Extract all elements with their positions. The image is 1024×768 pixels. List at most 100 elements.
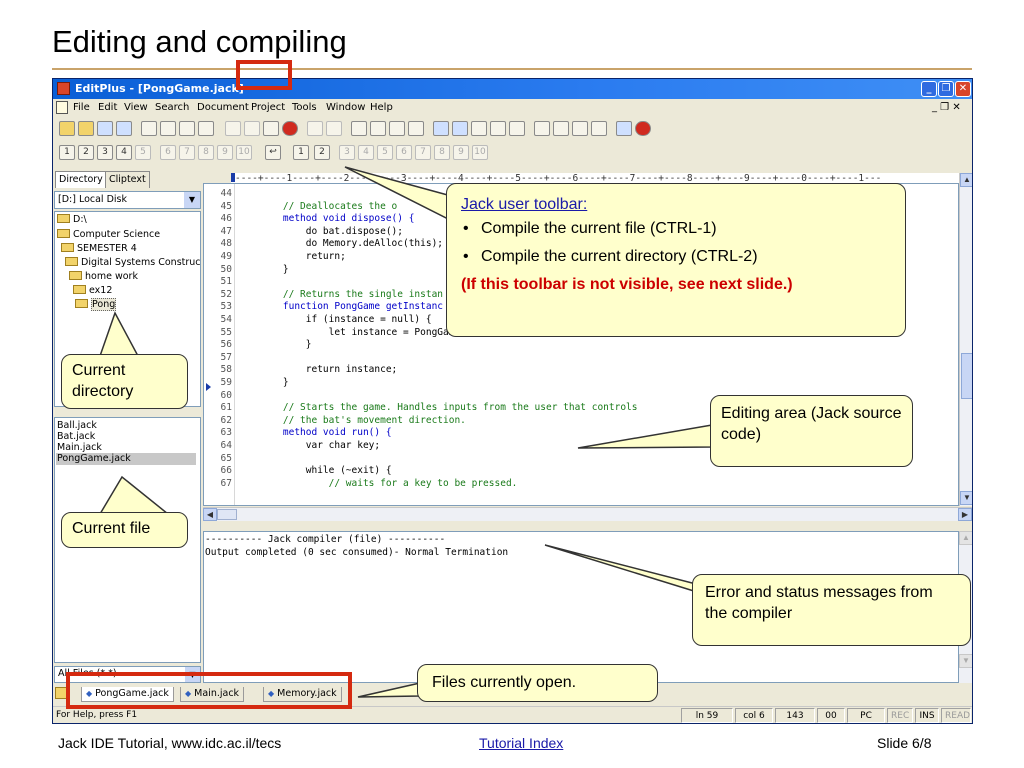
scroll-down-icon[interactable]: ▼ xyxy=(960,491,972,505)
file-list-item-current[interactable]: PongGame.jack xyxy=(56,453,196,465)
replace-icon[interactable] xyxy=(370,121,386,136)
tree-item[interactable]: home work xyxy=(69,271,138,282)
new-file-icon[interactable] xyxy=(59,121,75,136)
word-wrap-icon[interactable] xyxy=(452,121,468,136)
find-in-files-icon[interactable] xyxy=(389,121,405,136)
user-tool-button[interactable]: 2 xyxy=(78,145,94,160)
user-tool-button[interactable]: 1 xyxy=(59,145,75,160)
jack-callout-list: Compile the current file (CTRL-1) Compil… xyxy=(461,220,891,266)
scroll-down-icon[interactable]: ▼ xyxy=(959,654,972,668)
tutorial-index-link[interactable]: Tutorial Index xyxy=(479,735,563,751)
editor-vertical-scrollbar[interactable]: ▲ ▼ xyxy=(959,173,972,506)
line-number: 49 xyxy=(220,251,232,262)
jack-user-tool-button[interactable]: 5 xyxy=(377,145,393,160)
user-tool-button[interactable]: 5 xyxy=(135,145,151,160)
compile-directory-button[interactable]: 2 xyxy=(314,145,330,160)
save-icon[interactable] xyxy=(97,121,113,136)
line-number-icon[interactable] xyxy=(490,121,506,136)
jack-user-tool-button[interactable]: 7 xyxy=(415,145,431,160)
user-tool-button[interactable]: 3 xyxy=(97,145,113,160)
scroll-thumb[interactable] xyxy=(961,353,972,399)
line-number: 51 xyxy=(220,276,232,288)
chevron-down-icon[interactable]: ▼ xyxy=(184,192,200,208)
print-icon[interactable] xyxy=(160,121,176,136)
cliptext-window-icon[interactable] xyxy=(553,121,569,136)
tree-item[interactable]: Digital Systems Construction xyxy=(65,257,200,268)
menu-project[interactable]: Project xyxy=(251,102,285,113)
copy-icon[interactable] xyxy=(244,121,260,136)
directory-window-icon[interactable] xyxy=(534,121,550,136)
folder-icon xyxy=(61,243,74,252)
tree-item[interactable]: Computer Science xyxy=(57,229,160,240)
scroll-thumb[interactable] xyxy=(217,509,237,520)
jack-user-tool-button[interactable]: 4 xyxy=(358,145,374,160)
spell-check-icon[interactable] xyxy=(179,121,195,136)
menu-file[interactable]: File xyxy=(73,102,90,113)
undo-icon[interactable] xyxy=(307,121,323,136)
status-char-code: 00 xyxy=(817,708,845,723)
font-icon[interactable] xyxy=(433,121,449,136)
user-tool-button[interactable]: 7 xyxy=(179,145,195,160)
status-rec: REC xyxy=(887,708,913,723)
editor-horizontal-scrollbar[interactable]: ◀ ▶ xyxy=(203,507,972,521)
folder-icon xyxy=(57,229,70,238)
menu-window[interactable]: Window xyxy=(326,102,365,113)
open-file-icon[interactable] xyxy=(78,121,94,136)
line-code: return instance; xyxy=(260,364,398,376)
tab-cliptext[interactable]: Cliptext xyxy=(105,171,150,188)
paste-icon[interactable] xyxy=(263,121,279,136)
find-icon[interactable] xyxy=(351,121,367,136)
tree-item[interactable]: SEMESTER 4 xyxy=(61,243,137,254)
user-tool-button[interactable]: 4 xyxy=(116,145,132,160)
gutter-divider xyxy=(234,184,235,505)
line-number: 67 xyxy=(220,477,232,489)
tree-item-current-directory[interactable]: Pong xyxy=(75,298,117,311)
menu-edit[interactable]: Edit xyxy=(98,102,117,113)
scroll-right-icon[interactable]: ▶ xyxy=(958,508,972,521)
full-screen-icon[interactable] xyxy=(591,121,607,136)
stop-icon[interactable] xyxy=(635,121,651,136)
user-tool-button[interactable]: 10 xyxy=(236,145,252,160)
menu-tools[interactable]: Tools xyxy=(292,102,317,113)
ruler-icon[interactable] xyxy=(471,121,487,136)
document-window-controls[interactable]: _ ❐ ✕ xyxy=(932,102,961,113)
window-titlebar[interactable]: EditPlus - [PongGame.jack] _ ❐ ✕ xyxy=(53,79,972,99)
user-tool-button[interactable]: 9 xyxy=(217,145,233,160)
jack-user-tool-button[interactable]: 8 xyxy=(434,145,450,160)
menu-view[interactable]: View xyxy=(124,102,148,113)
redo-icon[interactable] xyxy=(326,121,342,136)
minimize-button[interactable]: _ xyxy=(921,81,937,97)
drive-select[interactable]: [D:] Local Disk ▼ xyxy=(54,191,201,209)
menu-document[interactable]: Document xyxy=(197,102,249,113)
maximize-button[interactable]: ❐ xyxy=(938,81,954,97)
close-button[interactable]: ✕ xyxy=(955,81,971,97)
print-preview-icon[interactable] xyxy=(141,121,157,136)
menu-search[interactable]: Search xyxy=(155,102,189,113)
tree-item[interactable]: ex12 xyxy=(73,285,112,296)
jack-user-tool-button[interactable]: 9 xyxy=(453,145,469,160)
jack-user-tool-button[interactable]: 3 xyxy=(339,145,355,160)
scroll-up-icon[interactable]: ▲ xyxy=(959,531,972,545)
output-window-icon[interactable] xyxy=(572,121,588,136)
scroll-left-icon[interactable]: ◀ xyxy=(203,508,217,521)
tab-directory[interactable]: Directory xyxy=(55,171,107,188)
jack-user-tool-button[interactable]: 6 xyxy=(396,145,412,160)
scroll-up-icon[interactable]: ▲ xyxy=(960,173,972,187)
goto-icon[interactable] xyxy=(408,121,424,136)
user-tool-button[interactable]: 8 xyxy=(198,145,214,160)
save-all-icon[interactable] xyxy=(116,121,132,136)
cut-icon[interactable] xyxy=(225,121,241,136)
screen-icon[interactable] xyxy=(509,121,525,136)
jack-toolbar-callout: Jack user toolbar: Compile the current f… xyxy=(446,183,906,337)
help-icon[interactable] xyxy=(616,121,632,136)
jack-tool-icon[interactable]: ↩ xyxy=(265,145,281,160)
menu-help[interactable]: Help xyxy=(370,102,393,113)
delete-icon[interactable] xyxy=(282,121,298,136)
user-tool-button[interactable]: 6 xyxy=(160,145,176,160)
tree-item[interactable]: D:\ xyxy=(57,214,87,225)
compile-file-button[interactable]: 1 xyxy=(293,145,309,160)
line-code: do Memory.deAlloc(this); xyxy=(260,238,444,250)
folder-icon xyxy=(65,257,78,266)
browser-icon[interactable] xyxy=(198,121,214,136)
jack-user-tool-button[interactable]: 10 xyxy=(472,145,488,160)
